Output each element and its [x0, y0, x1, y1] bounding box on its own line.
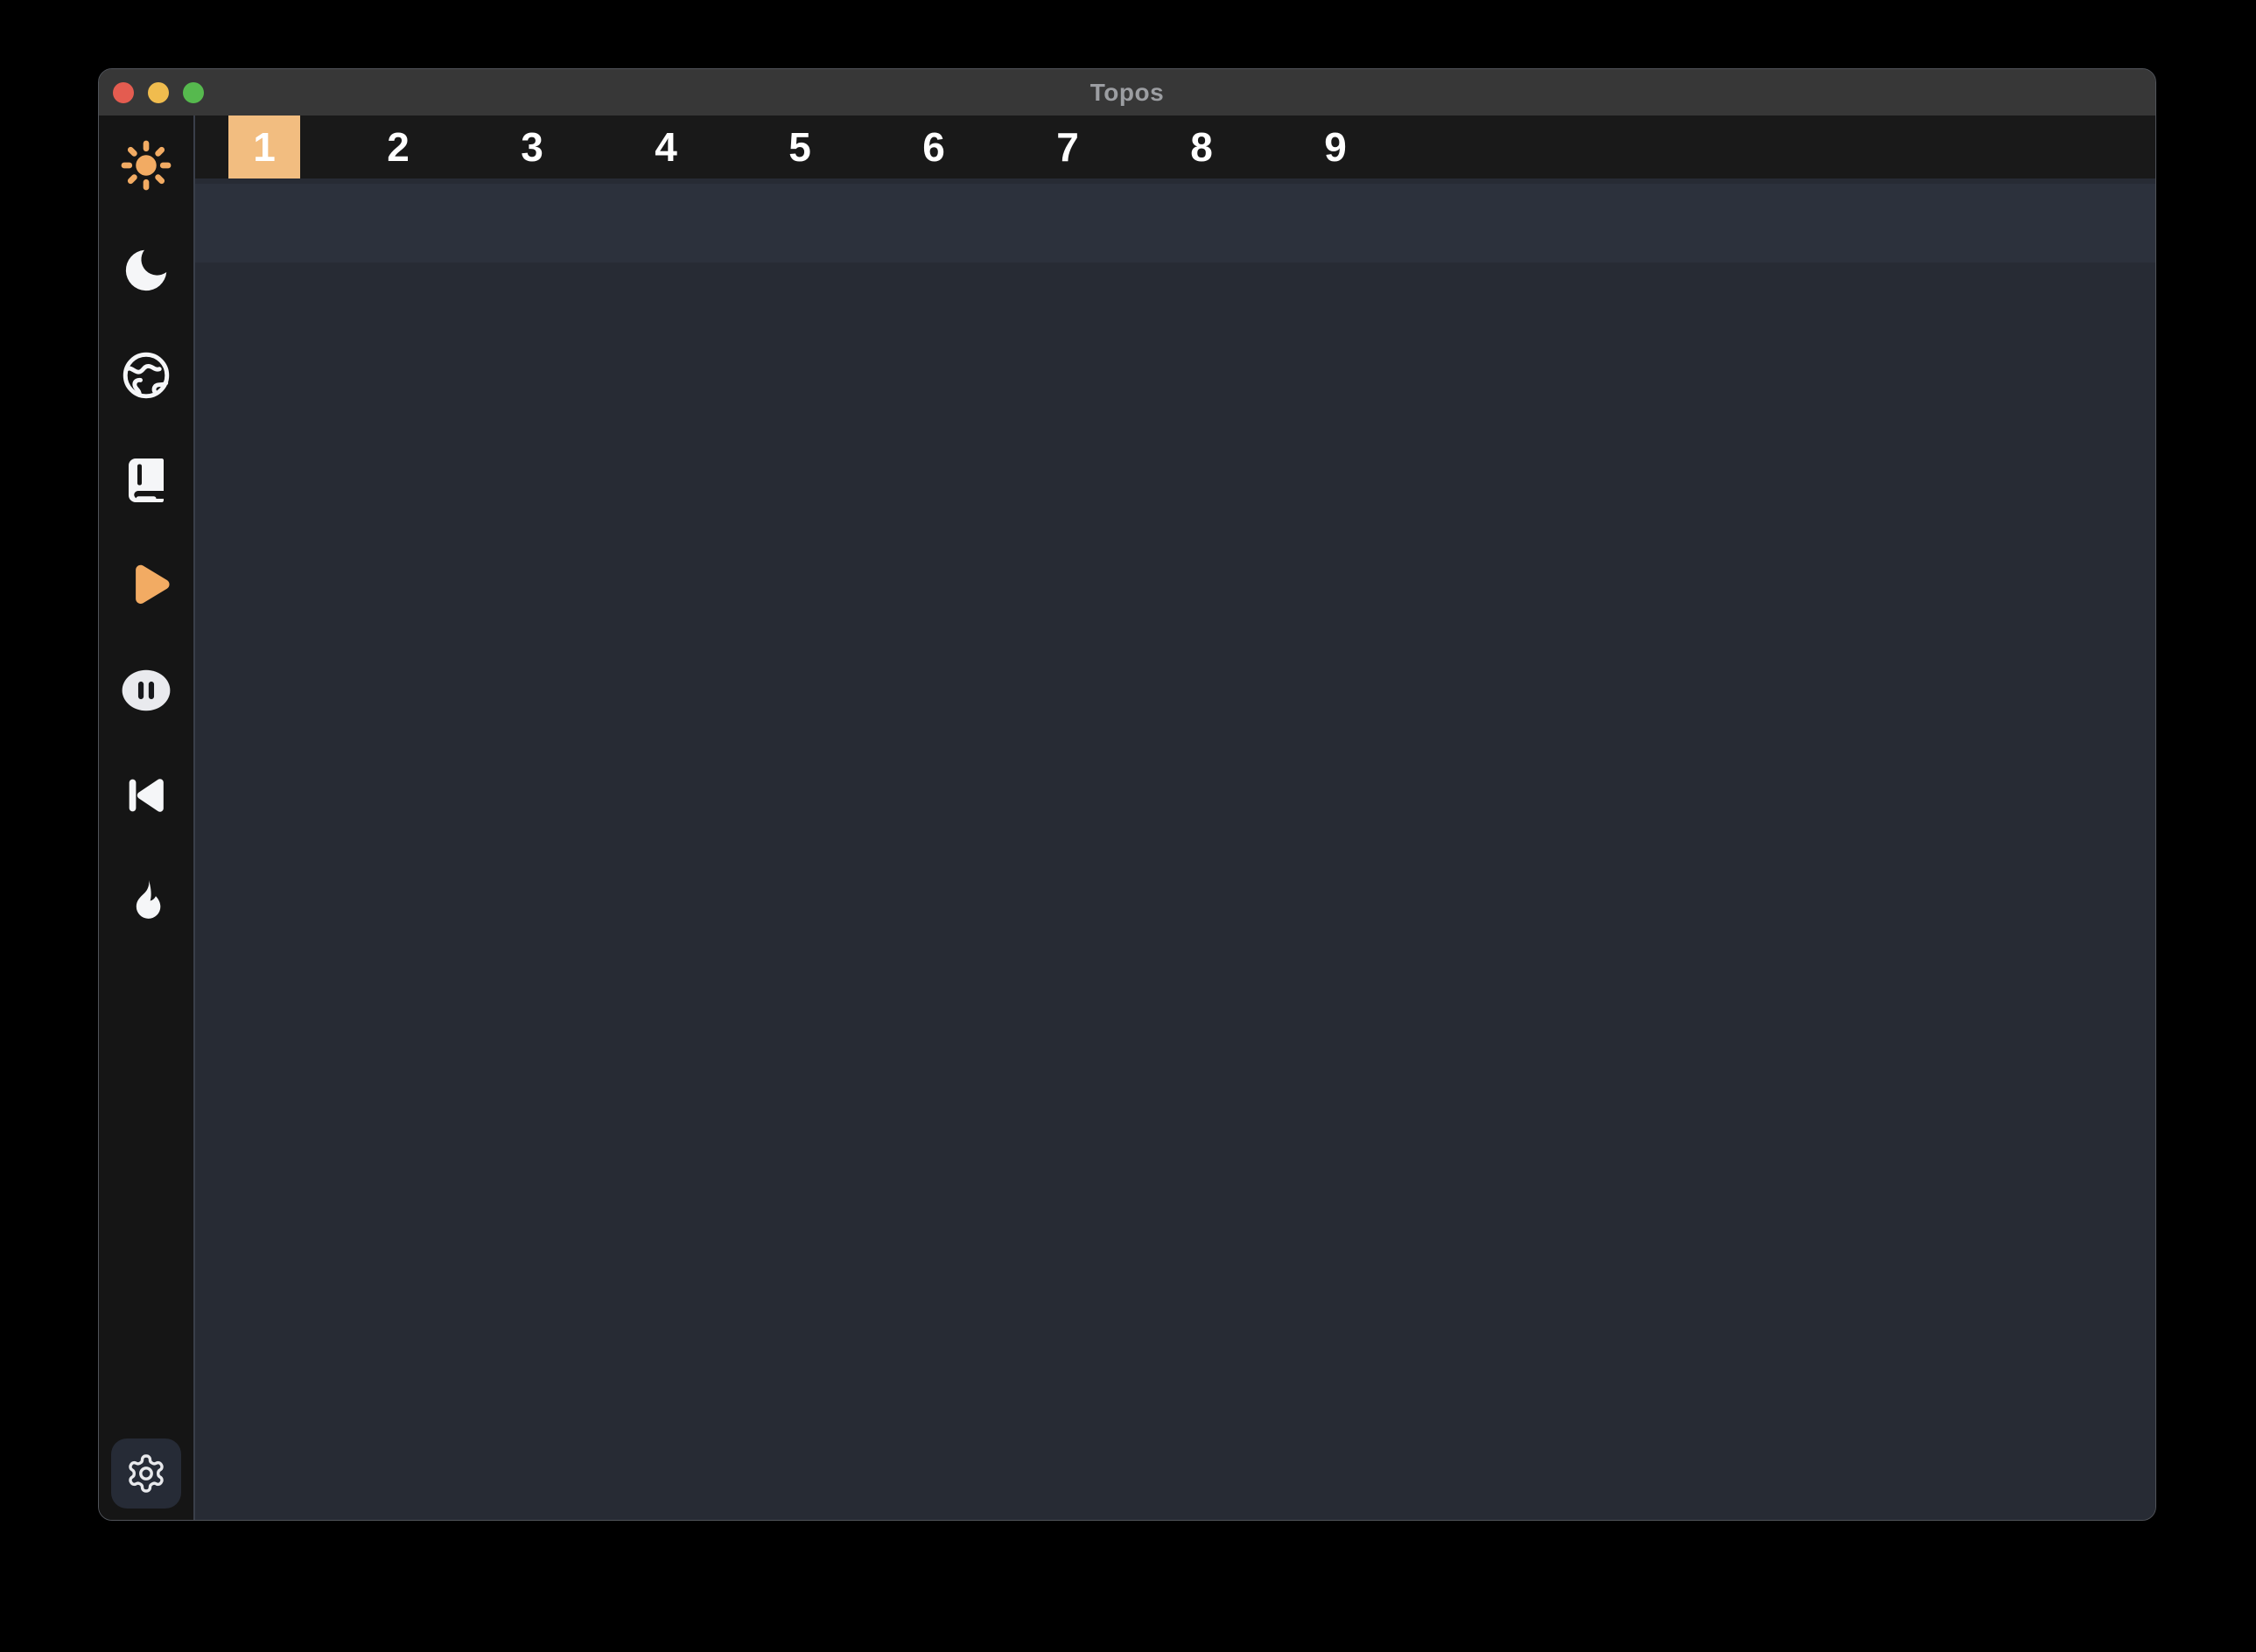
tab-3[interactable]: 3	[496, 116, 568, 178]
pause-icon	[119, 663, 173, 718]
pause-button[interactable]	[117, 662, 175, 719]
flame-icon	[122, 876, 171, 925]
active-code-line[interactable]: 1euclid(i, 5, 8) && note(pick(50, 55))	[195, 184, 2155, 262]
tab-bar: 1234567 8 9	[195, 116, 2155, 178]
tab-5[interactable]: 5	[764, 116, 836, 178]
sun-button[interactable]	[117, 136, 175, 194]
play-icon	[119, 558, 173, 612]
sidebar	[99, 116, 195, 1520]
skip-back-button[interactable]	[117, 766, 175, 824]
app-window: Topos	[98, 68, 2156, 1521]
globe-button[interactable]	[117, 346, 175, 404]
book-button[interactable]	[117, 452, 175, 509]
tab-7[interactable]: 7	[1032, 116, 1103, 178]
moon-icon	[119, 243, 173, 298]
minimize-button[interactable]	[148, 82, 169, 103]
skip-back-icon	[121, 770, 172, 821]
tab-8[interactable]: 8	[1166, 116, 1237, 178]
tab-2[interactable]: 2	[362, 116, 434, 178]
play-button[interactable]	[117, 556, 175, 614]
titlebar[interactable]: Topos	[99, 69, 2155, 116]
tab-1[interactable]: 1	[228, 116, 300, 178]
close-button[interactable]	[113, 82, 134, 103]
moon-button[interactable]	[117, 242, 175, 299]
zoom-button[interactable]	[183, 82, 204, 103]
sun-icon	[118, 137, 174, 193]
tab-4[interactable]: 4	[630, 116, 702, 178]
gear-button[interactable]	[111, 1438, 181, 1508]
book-icon	[120, 454, 172, 507]
window-title: Topos	[1090, 79, 1164, 107]
code-editor[interactable]: 1euclid(i, 5, 8) && note(pick(50, 55))	[195, 178, 2155, 1520]
globe-icon	[119, 348, 173, 402]
traffic-lights	[113, 82, 204, 103]
gear-icon	[125, 1452, 167, 1494]
tab-9[interactable]: 9	[1300, 116, 1371, 178]
flame-button[interactable]	[117, 872, 175, 929]
tab-6[interactable]: 6	[898, 116, 970, 178]
